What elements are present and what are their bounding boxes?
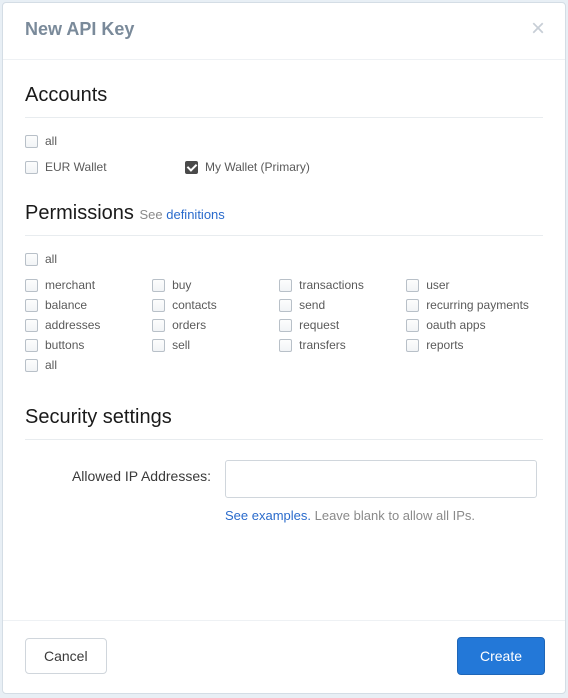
checkbox-icon[interactable] (185, 161, 198, 174)
permission-checkbox-row[interactable]: all (25, 358, 152, 372)
checkbox-icon[interactable] (279, 339, 292, 352)
checkbox-icon[interactable] (406, 279, 419, 292)
checkbox-icon[interactable] (406, 299, 419, 312)
new-api-key-modal: New API Key × Accounts all EUR Wallet My … (2, 2, 566, 694)
permission-checkbox-row[interactable]: request (279, 318, 406, 332)
allowed-ip-label: Allowed IP Addresses: (25, 460, 225, 484)
permission-checkbox-row[interactable]: transactions (279, 278, 406, 292)
checkbox-label: My Wallet (Primary) (205, 160, 310, 174)
account-checkbox-row[interactable]: EUR Wallet (25, 160, 185, 174)
permission-checkbox-row[interactable]: balance (25, 298, 152, 312)
permission-column: merchant balance addresses buttons all (25, 278, 152, 378)
divider (25, 117, 543, 118)
allowed-ip-input[interactable] (225, 460, 537, 498)
checkbox-label: user (426, 278, 449, 292)
checkbox-label: buttons (45, 338, 84, 352)
checkbox-label: all (45, 252, 57, 266)
checkbox-icon[interactable] (406, 339, 419, 352)
definitions-link[interactable]: definitions (166, 207, 225, 222)
divider (25, 235, 543, 236)
security-section: Security settings Allowed IP Addresses: … (25, 406, 543, 523)
checkbox-label: transactions (299, 278, 364, 292)
checkbox-label: oauth apps (426, 318, 485, 332)
checkbox-icon[interactable] (279, 279, 292, 292)
permission-checkbox-row[interactable]: orders (152, 318, 279, 332)
checkbox-icon[interactable] (25, 279, 38, 292)
checkbox-icon[interactable] (25, 253, 38, 266)
permission-checkbox-row[interactable]: reports (406, 338, 543, 352)
account-checkbox-row[interactable]: My Wallet (Primary) (185, 160, 345, 174)
close-icon[interactable]: × (531, 17, 545, 41)
permission-checkbox-row[interactable]: merchant (25, 278, 152, 292)
modal-footer: Cancel Create (3, 620, 565, 693)
checkbox-label: request (299, 318, 339, 332)
permission-column: transactions send request transfers (279, 278, 406, 378)
checkbox-label: orders (172, 318, 206, 332)
permissions-all-checkbox-row[interactable]: all (25, 252, 155, 266)
create-button[interactable]: Create (457, 637, 545, 675)
permission-checkbox-row[interactable]: recurring payments (406, 298, 543, 312)
checkbox-label: send (299, 298, 325, 312)
modal-body: Accounts all EUR Wallet My Wallet (Primar… (3, 60, 565, 588)
checkbox-label: balance (45, 298, 87, 312)
checkbox-icon[interactable] (25, 319, 38, 332)
checkbox-label: all (45, 358, 57, 372)
accounts-section: Accounts all EUR Wallet My Wallet (Primar… (25, 84, 543, 180)
cancel-button[interactable]: Cancel (25, 638, 107, 674)
permission-checkbox-row[interactable]: transfers (279, 338, 406, 352)
checkbox-icon[interactable] (152, 279, 165, 292)
checkbox-label: recurring payments (426, 298, 529, 312)
checkbox-icon[interactable] (406, 319, 419, 332)
permissions-see-text: See (139, 207, 166, 222)
accounts-heading: Accounts (25, 84, 543, 107)
permission-column: buy contacts orders sell (152, 278, 279, 378)
permission-checkbox-row[interactable]: sell (152, 338, 279, 352)
checkbox-label: sell (172, 338, 190, 352)
checkbox-icon[interactable] (25, 339, 38, 352)
checkbox-label: merchant (45, 278, 95, 292)
checkbox-icon[interactable] (152, 299, 165, 312)
permission-checkbox-row[interactable]: buy (152, 278, 279, 292)
permission-checkbox-row[interactable]: user (406, 278, 543, 292)
permission-checkbox-row[interactable]: send (279, 298, 406, 312)
divider (25, 439, 543, 440)
checkbox-icon[interactable] (279, 319, 292, 332)
permissions-heading: Permissions See definitions (25, 202, 543, 225)
permission-checkbox-row[interactable]: oauth apps (406, 318, 543, 332)
permission-checkbox-row[interactable]: contacts (152, 298, 279, 312)
checkbox-icon[interactable] (25, 359, 38, 372)
checkbox-icon[interactable] (25, 161, 38, 174)
ip-hint: See examples. Leave blank to allow all I… (25, 508, 543, 523)
checkbox-icon[interactable] (25, 135, 38, 148)
checkbox-icon[interactable] (152, 319, 165, 332)
checkbox-icon[interactable] (152, 339, 165, 352)
accounts-all-checkbox-row[interactable]: all (25, 134, 155, 148)
ip-hint-text: Leave blank to allow all IPs. (311, 508, 475, 523)
permission-checkbox-row[interactable]: addresses (25, 318, 152, 332)
checkbox-icon[interactable] (25, 299, 38, 312)
permission-checkbox-row[interactable]: buttons (25, 338, 152, 352)
permission-column: user recurring payments oauth apps reports (406, 278, 543, 378)
checkbox-label: EUR Wallet (45, 160, 107, 174)
checkbox-label: addresses (45, 318, 100, 332)
checkbox-label: all (45, 134, 57, 148)
security-heading: Security settings (25, 406, 543, 429)
checkbox-label: reports (426, 338, 463, 352)
checkbox-label: buy (172, 278, 191, 292)
checkbox-label: transfers (299, 338, 346, 352)
checkbox-icon[interactable] (279, 299, 292, 312)
checkbox-label: contacts (172, 298, 217, 312)
modal-title: New API Key (25, 19, 134, 40)
permissions-section: Permissions See definitions all merchant… (25, 202, 543, 378)
see-examples-link[interactable]: See examples. (225, 508, 311, 523)
modal-header: New API Key × (3, 3, 565, 60)
